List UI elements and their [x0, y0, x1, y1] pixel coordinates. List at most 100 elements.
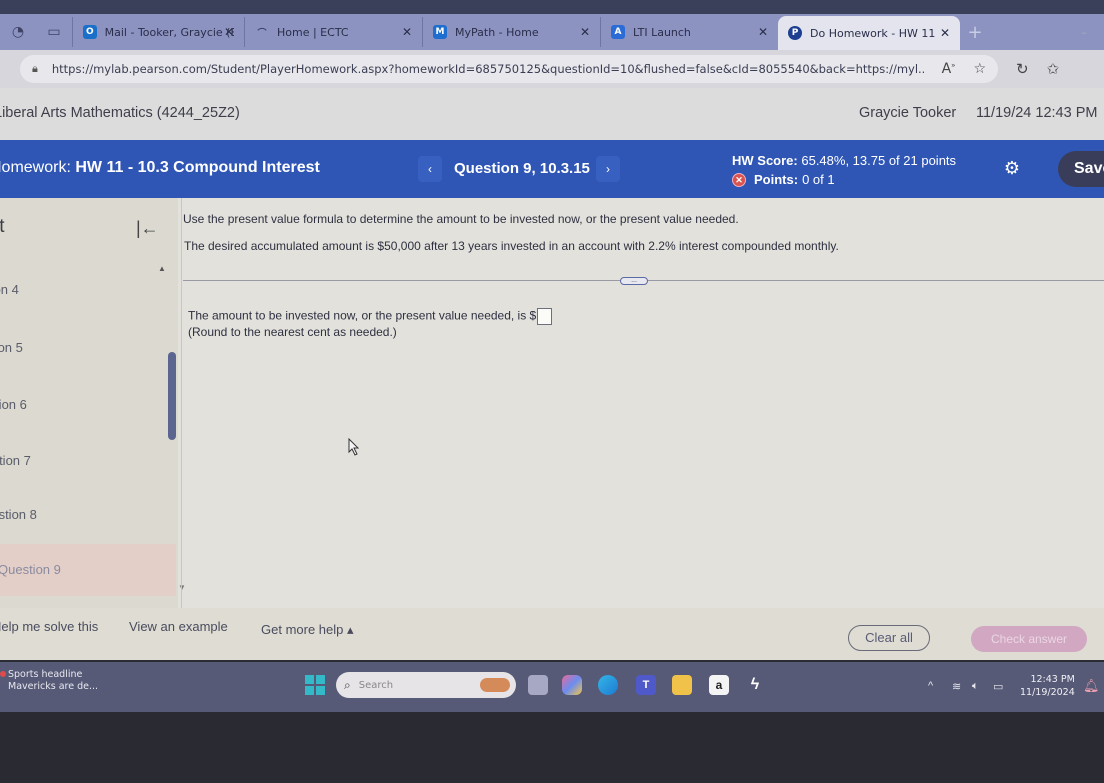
incorrect-icon: ✕ [732, 172, 746, 187]
read-aloud-icon[interactable]: A» [942, 61, 956, 77]
points-label: Points: [754, 172, 799, 187]
profile-icon[interactable]: ◔ [0, 14, 36, 50]
view-example-link[interactable]: View an example [129, 619, 228, 634]
rounding-note: (Round to the nearest cent as needed.) [188, 325, 397, 339]
edge-browser-icon[interactable] [598, 675, 618, 695]
tab-title: Do Homework - HW 11 [810, 26, 936, 40]
clear-all-button[interactable]: Clear all [848, 625, 930, 651]
taskbar-search[interactable]: ⌕ Search [336, 672, 516, 698]
close-tab-icon[interactable]: ✕ [402, 25, 412, 39]
windows-taskbar: Sports headline Mavericks are de... ⌕ Se… [0, 662, 1104, 712]
new-tab-button[interactable]: + [960, 22, 990, 43]
question-instruction: Use the present value formula to determi… [183, 212, 739, 226]
favorite-star-icon[interactable]: ☆ [973, 61, 986, 77]
favorites-icon[interactable]: ✩ [1047, 60, 1060, 78]
sidebar-item-question-9[interactable]: Question 9 [0, 544, 176, 596]
notification-bell-icon[interactable]: 🔔︎ [1083, 678, 1100, 694]
minimize-icon[interactable]: – [1064, 26, 1104, 39]
save-button[interactable]: Save [1058, 151, 1104, 187]
main-content: Question list |← ▲ Question 4 Question 5… [0, 198, 1104, 660]
settings-gear-icon[interactable]: ⚙ [1001, 157, 1023, 179]
ectc-icon: ⌒ [257, 28, 267, 39]
present-value-answer-input[interactable] [537, 308, 553, 325]
news-alert-icon [0, 671, 6, 677]
task-view-icon[interactable] [528, 675, 548, 695]
homework-prefix: Homework: [0, 159, 71, 176]
volume-icon[interactable]: 🔈︎ [972, 680, 979, 693]
help-me-solve-link[interactable]: Help me solve this [0, 619, 98, 634]
user-name: Graycie Tooker [859, 105, 957, 121]
mypath-icon: M [433, 25, 447, 39]
tab-mail[interactable]: O Mail - Tooker, Graycie (E ✕ [72, 17, 244, 47]
get-more-help-link[interactable]: Get more help ▴ [261, 622, 354, 638]
tab-title: LTI Launch [633, 25, 691, 39]
check-answer-button[interactable]: Check answer [971, 626, 1087, 652]
previous-question-button[interactable]: ‹ [418, 156, 442, 182]
sidebar-item-label: Question 9 [0, 562, 61, 577]
course-title: Liberal Arts Mathematics (4244_25Z2) [0, 105, 240, 121]
sidebar-item-question-6[interactable]: Question 6 [0, 379, 146, 431]
tab-title: Home | ECTC [277, 25, 349, 39]
news-title: Sports headline [8, 669, 83, 680]
url-text[interactable]: https://mylab.pearson.com/Student/Player… [52, 62, 924, 76]
search-highlight-icon [480, 678, 510, 692]
news-subtitle: Mavericks are de... [8, 681, 99, 692]
taskbar-clock[interactable]: 12:43 PM 11/19/2024 [1020, 673, 1075, 699]
score-value: 65.48%, 13.75 of 21 points [801, 153, 957, 168]
tab-title: MyPath - Home [455, 25, 539, 39]
show-hidden-icons-icon[interactable]: ^ [928, 680, 933, 692]
score-label: HW Score: [732, 153, 798, 168]
app-bolt-icon[interactable]: ϟ [745, 675, 765, 695]
tab-lti-launch[interactable]: A LTI Launch ✕ [600, 17, 778, 47]
collapse-sidebar-icon[interactable]: |← [136, 218, 159, 239]
homework-name: HW 11 - 10.3 Compound Interest [75, 159, 320, 176]
tab-home-ectc[interactable]: ⌒ Home | ECTC ✕ [244, 17, 422, 47]
address-bar: 🔒︎ https://mylab.pearson.com/Student/Pla… [0, 50, 1104, 88]
teams-icon[interactable]: T [636, 675, 656, 695]
screen: ◔ ▭ O Mail - Tooker, Graycie (E ✕ ⌒ Home… [0, 0, 1104, 783]
answer-line: The amount to be invested now, or the pr… [188, 308, 553, 325]
wifi-icon[interactable]: ≋ [952, 680, 961, 693]
window-top-edge [0, 0, 1104, 14]
sidebar-scrollbar-thumb[interactable] [168, 352, 176, 440]
close-tab-icon[interactable]: ✕ [580, 25, 590, 39]
amazon-icon[interactable]: a [709, 675, 729, 695]
points-value: 0 of 1 [802, 172, 835, 187]
close-tab-icon[interactable]: ✕ [224, 25, 234, 39]
close-tab-icon[interactable]: ✕ [758, 25, 768, 39]
windows-start-icon[interactable] [305, 675, 325, 695]
action-bar: Help me solve this View an example Get m… [0, 608, 1104, 660]
question-list-sidebar: Question list |← ▲ Question 4 Question 5… [0, 198, 186, 608]
scroll-up-arrow-icon[interactable]: ▲ [158, 264, 166, 273]
tab-actions-icon[interactable]: ▭ [36, 14, 72, 50]
hw-score: HW Score: 65.48%, 13.75 of 21 points [732, 153, 956, 168]
tab-title: Mail - Tooker, Graycie (E [104, 25, 234, 39]
expand-more-button[interactable]: ... [620, 277, 648, 285]
next-question-button[interactable]: › [596, 156, 620, 182]
homework-bar: Homework: HW 11 - 10.3 Compound Interest… [0, 140, 1104, 198]
sidebar-item-question-7[interactable]: Question 7 [0, 435, 150, 487]
question-points: ✕ Points: 0 of 1 [732, 172, 835, 187]
course-header: Liberal Arts Mathematics (4244_25Z2) Gra… [0, 88, 1104, 140]
news-widget[interactable]: Sports headline Mavericks are de... [0, 669, 99, 693]
battery-icon[interactable]: ▭ [993, 680, 1003, 693]
tab-do-homework[interactable]: P Do Homework - HW 11 ✕ [778, 16, 960, 50]
file-explorer-icon[interactable] [672, 675, 692, 695]
sidebar-item-question-8[interactable]: Question 8 [0, 489, 156, 541]
homework-title: Homework: HW 11 - 10.3 Compound Interest [0, 159, 320, 177]
lti-icon: A [611, 25, 625, 39]
question-label: Question 9, 10.3.15 [454, 160, 590, 177]
monitor-bezel [0, 712, 1104, 783]
sidebar-item-question-5[interactable]: Question 5 [0, 322, 142, 374]
refresh-icon[interactable]: ↻ [1016, 60, 1029, 78]
copilot-icon[interactable] [562, 675, 582, 695]
pearson-icon: P [788, 26, 802, 40]
tab-mypath[interactable]: M MyPath - Home ✕ [422, 17, 600, 47]
url-field[interactable]: 🔒︎ https://mylab.pearson.com/Student/Pla… [20, 55, 998, 83]
mouse-cursor-icon [348, 438, 360, 456]
lock-icon[interactable]: 🔒︎ [32, 62, 38, 76]
sidebar-item-question-4[interactable]: Question 4 [0, 264, 138, 316]
close-tab-icon[interactable]: ✕ [940, 26, 950, 40]
answer-prompt: The amount to be invested now, or the pr… [188, 308, 537, 323]
question-statement: The desired accumulated amount is $50,00… [184, 239, 839, 253]
